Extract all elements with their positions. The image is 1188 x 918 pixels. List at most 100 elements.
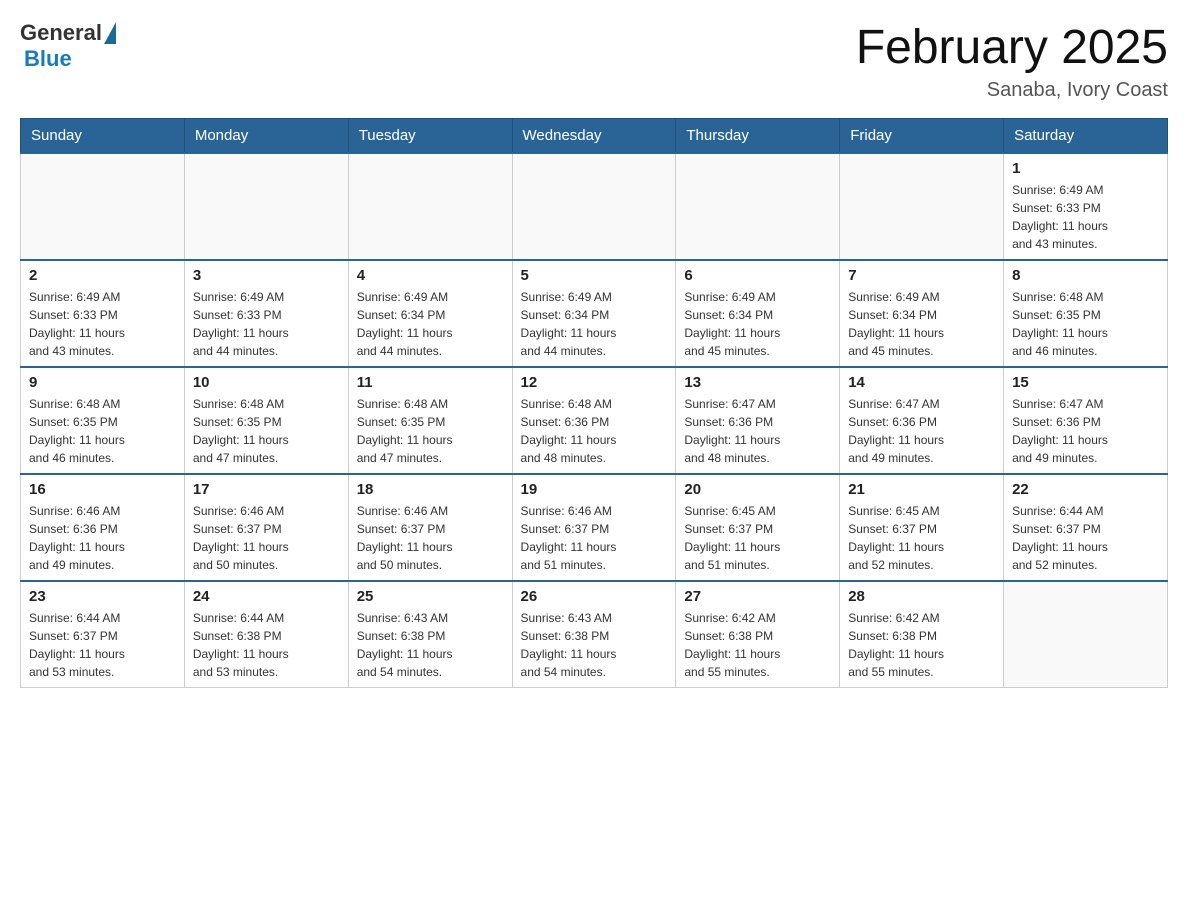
calendar-cell: 9 Sunrise: 6:48 AMSunset: 6:35 PMDaylight… (21, 367, 185, 474)
day-header-friday: Friday (840, 119, 1004, 154)
calendar-cell: 26 Sunrise: 6:43 AMSunset: 6:38 PMDayligh… (512, 581, 676, 688)
calendar-cell: 16 Sunrise: 6:46 AMSunset: 6:36 PMDayligh… (21, 474, 185, 581)
logo-triangle-icon (104, 22, 116, 44)
logo-general: General (20, 20, 102, 46)
calendar-week-3: 9 Sunrise: 6:48 AMSunset: 6:35 PMDaylight… (21, 367, 1168, 474)
calendar-cell (1004, 581, 1168, 688)
day-info: Sunrise: 6:47 AMSunset: 6:36 PMDaylight:… (848, 395, 995, 467)
calendar-cell: 7 Sunrise: 6:49 AMSunset: 6:34 PMDaylight… (840, 260, 1004, 367)
day-number: 2 (29, 267, 176, 284)
title-section: February 2025 Sanaba, Ivory Coast (856, 20, 1168, 102)
calendar-cell: 21Sunrise: 6:45 AMSunset: 6:37 PMDayligh… (840, 474, 1004, 581)
day-info: Sunrise: 6:48 AMSunset: 6:36 PMDaylight:… (521, 395, 668, 467)
calendar-cell: 4 Sunrise: 6:49 AMSunset: 6:34 PMDaylight… (348, 260, 512, 367)
location-subtitle: Sanaba, Ivory Coast (856, 79, 1168, 102)
calendar-cell: 1 Sunrise: 6:49 AMSunset: 6:33 PMDaylight… (1004, 153, 1168, 260)
day-number: 25 (357, 588, 504, 605)
calendar-cell: 19 Sunrise: 6:46 AMSunset: 6:37 PMDayligh… (512, 474, 676, 581)
day-info: Sunrise: 6:44 AMSunset: 6:37 PMDaylight:… (1012, 502, 1159, 574)
day-number: 13 (684, 374, 831, 391)
day-info: Sunrise: 6:43 AMSunset: 6:38 PMDaylight:… (357, 609, 504, 681)
day-info: Sunrise: 6:46 AMSunset: 6:37 PMDaylight:… (193, 502, 340, 574)
day-number: 8 (1012, 267, 1159, 284)
day-info: Sunrise: 6:47 AMSunset: 6:36 PMDaylight:… (1012, 395, 1159, 467)
day-info: Sunrise: 6:48 AMSunset: 6:35 PMDaylight:… (1012, 288, 1159, 360)
calendar-body: 1 Sunrise: 6:49 AMSunset: 6:33 PMDaylight… (21, 153, 1168, 688)
day-info: Sunrise: 6:49 AMSunset: 6:33 PMDaylight:… (1012, 181, 1159, 253)
calendar-cell: 13 Sunrise: 6:47 AMSunset: 6:36 PMDayligh… (676, 367, 840, 474)
day-info: Sunrise: 6:49 AMSunset: 6:33 PMDaylight:… (29, 288, 176, 360)
day-number: 5 (521, 267, 668, 284)
calendar-cell: 28 Sunrise: 6:42 AMSunset: 6:38 PMDayligh… (840, 581, 1004, 688)
day-number: 10 (193, 374, 340, 391)
calendar-cell: 25 Sunrise: 6:43 AMSunset: 6:38 PMDayligh… (348, 581, 512, 688)
day-info: Sunrise: 6:43 AMSunset: 6:38 PMDaylight:… (521, 609, 668, 681)
day-info: Sunrise: 6:48 AMSunset: 6:35 PMDaylight:… (357, 395, 504, 467)
day-header-thursday: Thursday (676, 119, 840, 154)
day-number: 1 (1012, 160, 1159, 177)
calendar-cell: 24Sunrise: 6:44 AMSunset: 6:38 PMDayligh… (184, 581, 348, 688)
day-number: 23 (29, 588, 176, 605)
calendar-header: SundayMondayTuesdayWednesdayThursdayFrid… (21, 119, 1168, 154)
day-info: Sunrise: 6:49 AMSunset: 6:34 PMDaylight:… (521, 288, 668, 360)
logo-blue: Blue (24, 46, 72, 71)
day-info: Sunrise: 6:42 AMSunset: 6:38 PMDaylight:… (848, 609, 995, 681)
day-number: 21 (848, 481, 995, 498)
calendar-cell: 15 Sunrise: 6:47 AMSunset: 6:36 PMDayligh… (1004, 367, 1168, 474)
day-info: Sunrise: 6:48 AMSunset: 6:35 PMDaylight:… (29, 395, 176, 467)
day-number: 7 (848, 267, 995, 284)
day-info: Sunrise: 6:44 AMSunset: 6:37 PMDaylight:… (29, 609, 176, 681)
calendar-cell: 27 Sunrise: 6:42 AMSunset: 6:38 PMDayligh… (676, 581, 840, 688)
day-number: 16 (29, 481, 176, 498)
day-info: Sunrise: 6:42 AMSunset: 6:38 PMDaylight:… (684, 609, 831, 681)
calendar-cell: 12 Sunrise: 6:48 AMSunset: 6:36 PMDayligh… (512, 367, 676, 474)
calendar-week-2: 2 Sunrise: 6:49 AMSunset: 6:33 PMDaylight… (21, 260, 1168, 367)
day-info: Sunrise: 6:49 AMSunset: 6:34 PMDaylight:… (357, 288, 504, 360)
day-header-saturday: Saturday (1004, 119, 1168, 154)
calendar-cell: 14Sunrise: 6:47 AMSunset: 6:36 PMDayligh… (840, 367, 1004, 474)
calendar-cell: 11Sunrise: 6:48 AMSunset: 6:35 PMDayligh… (348, 367, 512, 474)
month-title: February 2025 (856, 20, 1168, 75)
calendar-cell: 10 Sunrise: 6:48 AMSunset: 6:35 PMDayligh… (184, 367, 348, 474)
calendar-week-5: 23 Sunrise: 6:44 AMSunset: 6:37 PMDayligh… (21, 581, 1168, 688)
day-header-monday: Monday (184, 119, 348, 154)
days-header-row: SundayMondayTuesdayWednesdayThursdayFrid… (21, 119, 1168, 154)
day-info: Sunrise: 6:48 AMSunset: 6:35 PMDaylight:… (193, 395, 340, 467)
day-info: Sunrise: 6:45 AMSunset: 6:37 PMDaylight:… (684, 502, 831, 574)
calendar-week-1: 1 Sunrise: 6:49 AMSunset: 6:33 PMDaylight… (21, 153, 1168, 260)
calendar-cell: 20 Sunrise: 6:45 AMSunset: 6:37 PMDayligh… (676, 474, 840, 581)
calendar-cell: 17 Sunrise: 6:46 AMSunset: 6:37 PMDayligh… (184, 474, 348, 581)
calendar-cell: 22 Sunrise: 6:44 AMSunset: 6:37 PMDayligh… (1004, 474, 1168, 581)
calendar-week-4: 16 Sunrise: 6:46 AMSunset: 6:36 PMDayligh… (21, 474, 1168, 581)
calendar-cell: 23 Sunrise: 6:44 AMSunset: 6:37 PMDayligh… (21, 581, 185, 688)
calendar-cell (840, 153, 1004, 260)
calendar-cell (512, 153, 676, 260)
day-info: Sunrise: 6:49 AMSunset: 6:34 PMDaylight:… (848, 288, 995, 360)
day-number: 12 (521, 374, 668, 391)
day-info: Sunrise: 6:44 AMSunset: 6:38 PMDaylight:… (193, 609, 340, 681)
day-number: 28 (848, 588, 995, 605)
calendar-cell: 5 Sunrise: 6:49 AMSunset: 6:34 PMDaylight… (512, 260, 676, 367)
day-number: 20 (684, 481, 831, 498)
day-info: Sunrise: 6:46 AMSunset: 6:37 PMDaylight:… (521, 502, 668, 574)
day-number: 17 (193, 481, 340, 498)
day-info: Sunrise: 6:47 AMSunset: 6:36 PMDaylight:… (684, 395, 831, 467)
calendar-cell (676, 153, 840, 260)
calendar-cell: 3Sunrise: 6:49 AMSunset: 6:33 PMDaylight… (184, 260, 348, 367)
day-number: 22 (1012, 481, 1159, 498)
day-number: 18 (357, 481, 504, 498)
day-number: 4 (357, 267, 504, 284)
day-number: 9 (29, 374, 176, 391)
calendar-table: SundayMondayTuesdayWednesdayThursdayFrid… (20, 118, 1168, 688)
calendar-cell (184, 153, 348, 260)
day-number: 27 (684, 588, 831, 605)
day-info: Sunrise: 6:46 AMSunset: 6:37 PMDaylight:… (357, 502, 504, 574)
day-header-tuesday: Tuesday (348, 119, 512, 154)
day-number: 26 (521, 588, 668, 605)
day-number: 15 (1012, 374, 1159, 391)
day-header-sunday: Sunday (21, 119, 185, 154)
day-number: 19 (521, 481, 668, 498)
calendar-cell: 2 Sunrise: 6:49 AMSunset: 6:33 PMDaylight… (21, 260, 185, 367)
day-header-wednesday: Wednesday (512, 119, 676, 154)
day-info: Sunrise: 6:46 AMSunset: 6:36 PMDaylight:… (29, 502, 176, 574)
